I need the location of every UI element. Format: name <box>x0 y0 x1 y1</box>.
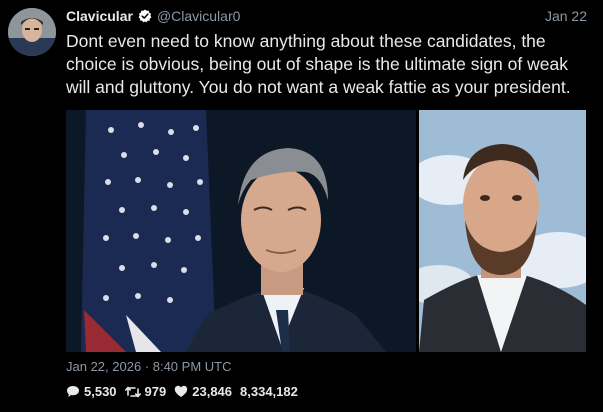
reposts-stat[interactable]: 979 <box>124 384 167 399</box>
author-display-name[interactable]: Clavicular <box>66 8 133 24</box>
post-header: Clavicular @Clavicular0 Jan 22 <box>66 7 587 25</box>
views-count: 8,334,182 <box>240 384 298 399</box>
heart-icon <box>175 385 188 397</box>
engagement-stats: 5,530 979 23,846 8,334,182 <box>66 384 306 399</box>
views-stat[interactable]: 8,334,182 <box>240 384 298 399</box>
author-handle[interactable]: @Clavicular0 <box>157 8 240 24</box>
reposts-count: 979 <box>144 384 167 399</box>
verified-badge-icon <box>138 9 152 23</box>
avatar[interactable] <box>8 8 56 56</box>
post-timestamp[interactable]: Jan 22, 2026 · 8:40 PM UTC <box>66 359 231 374</box>
media-grid <box>66 110 586 352</box>
likes-count: 23,846 <box>192 384 233 399</box>
replies-count: 5,530 <box>84 384 117 399</box>
speech-bubble-icon <box>67 386 79 397</box>
photo-right-image <box>419 110 586 352</box>
likes-stat[interactable]: 23,846 <box>174 384 232 399</box>
photo-left-image <box>66 110 416 352</box>
replies-stat[interactable]: 5,530 <box>66 384 117 399</box>
avatar-image <box>8 8 56 56</box>
post-date[interactable]: Jan 22 <box>545 8 587 24</box>
photo-left[interactable] <box>66 110 416 352</box>
retweet-icon <box>124 386 141 397</box>
photo-right[interactable] <box>419 110 586 352</box>
post-text: Dont even need to know anything about th… <box>66 31 571 97</box>
